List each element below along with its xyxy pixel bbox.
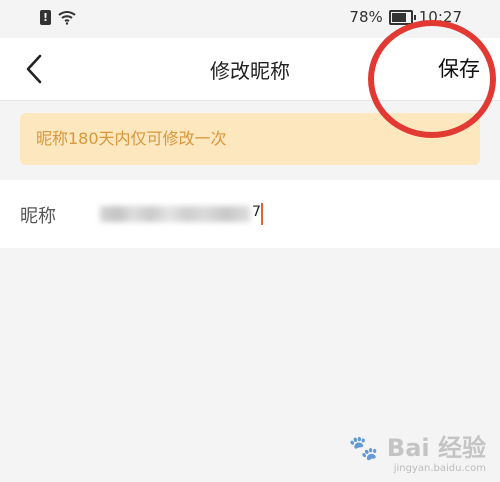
nickname-input[interactable]: 7	[96, 200, 264, 228]
wifi-icon	[58, 11, 76, 25]
annotation-circle	[368, 20, 496, 138]
nickname-label: 昵称	[20, 206, 56, 227]
nickname-blurred-text	[100, 206, 250, 222]
nickname-row: 昵称 7	[0, 180, 500, 248]
text-cursor	[261, 203, 263, 225]
battery-percent: 78%	[349, 8, 383, 26]
watermark-url: jingyan.baidu.com	[393, 463, 486, 474]
status-left: !	[40, 9, 77, 25]
paw-icon: 🐾	[348, 434, 379, 462]
sim-alert-icon: !	[40, 9, 51, 25]
battery-icon	[388, 9, 416, 25]
watermark-brand: 🐾 Bai 经验	[348, 434, 486, 462]
nickname-visible-char: 7	[252, 204, 261, 220]
watermark: 🐾 Bai 经验 jingyan.baidu.com	[349, 428, 486, 474]
